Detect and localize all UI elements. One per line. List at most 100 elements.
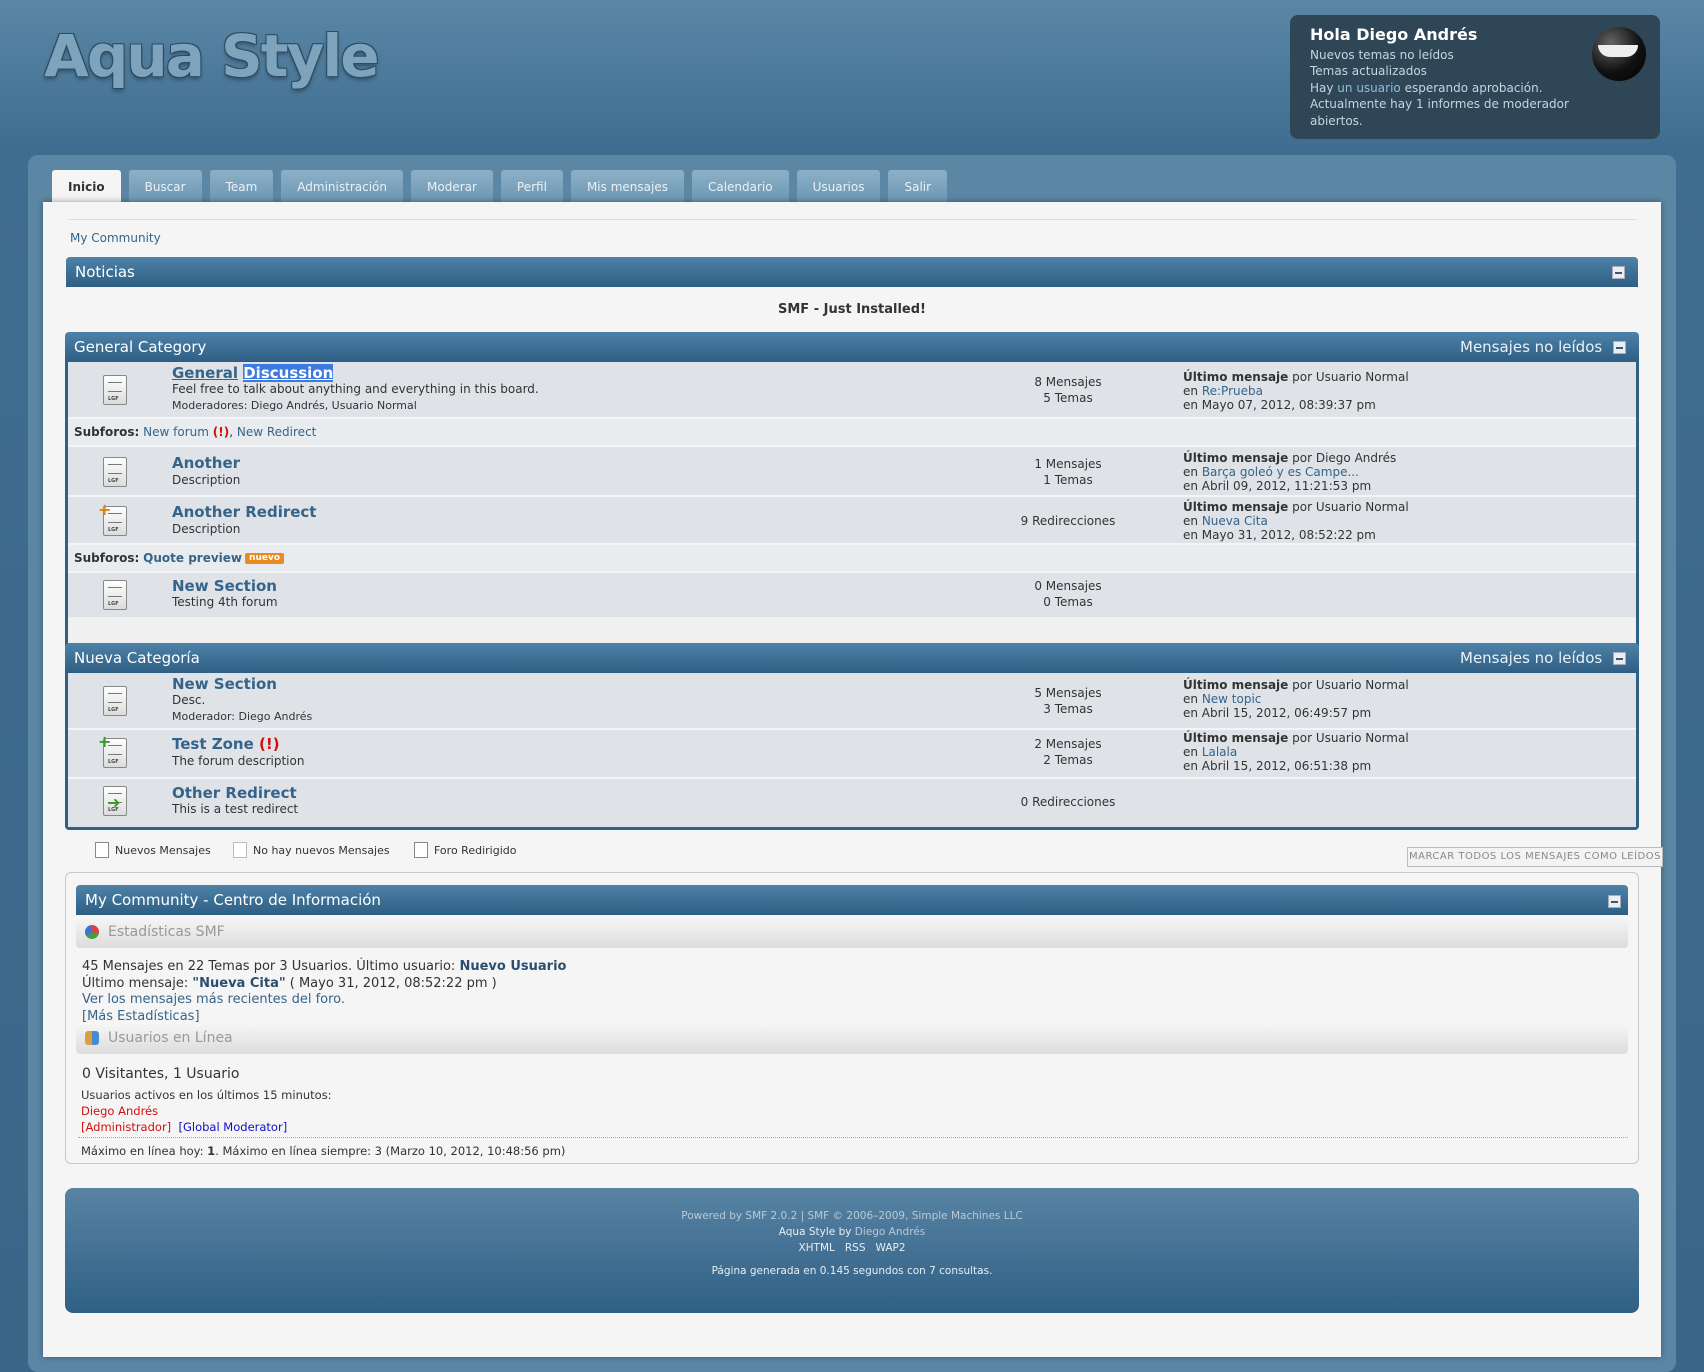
wap2-link[interactable]: WAP2 <box>876 1242 906 1254</box>
new-posts-icon <box>95 842 109 858</box>
footer-author-link[interactable]: Diego Andrés <box>855 1226 925 1238</box>
board-description: This is a test redirect <box>172 802 299 816</box>
board-row: Another Description 1 Mensajes 1 Temas Ú… <box>68 447 1636 497</box>
updated-topics-link[interactable]: Temas actualizados <box>1310 63 1640 80</box>
tab-mis-mensajes[interactable]: Mis mensajes <box>570 170 684 202</box>
footer-copyright[interactable]: Powered by SMF 2.0.2 | SMF © 2006–2009, … <box>65 1210 1639 1222</box>
board-name-part2[interactable]: Discussion <box>243 364 334 382</box>
tab-perfil[interactable]: Perfil <box>500 170 563 202</box>
lastpost-author[interactable]: por Usuario Normal <box>1288 678 1409 692</box>
site-logo[interactable]: Aqua Style <box>44 22 380 90</box>
unread-posts-link[interactable]: Mensajes no leídos <box>1460 332 1602 362</box>
board-name[interactable]: Another Redirect <box>172 503 316 521</box>
lastpost-author[interactable]: por Usuario Normal <box>1288 731 1409 745</box>
redirect-icon <box>414 842 428 858</box>
tab-team[interactable]: Team <box>209 170 274 202</box>
tab-calendario[interactable]: Calendario <box>691 170 789 202</box>
board-stats: 0 Redirecciones <box>998 794 1138 810</box>
board-redirect-icon[interactable]: ➜ <box>103 786 127 816</box>
legend-redirect-label: Foro Redirigido <box>434 843 517 857</box>
stats-title: Estadísticas SMF <box>108 924 225 940</box>
category-title[interactable]: General Category <box>74 338 206 356</box>
board-read-icon[interactable] <box>103 580 127 610</box>
subforum-link[interactable]: Quote preview <box>143 551 242 565</box>
board-read-icon[interactable] <box>103 375 127 405</box>
subforum-link[interactable]: New forum <box>143 425 209 439</box>
content-area: My Community Noticias SMF - Just Install… <box>43 202 1663 1357</box>
board-redirect-icon[interactable]: + <box>98 502 127 536</box>
subforums-label: Subforos: <box>74 425 140 439</box>
lastpost-topic-link[interactable]: New topic <box>1202 692 1262 706</box>
breadcrumb[interactable]: My Community <box>70 231 161 245</box>
board-name[interactable]: Test Zone (!) <box>172 735 280 753</box>
lastpost-in-prefix: en <box>1183 384 1202 398</box>
board-read-icon[interactable] <box>103 457 127 487</box>
subforum-link[interactable]: New Redirect <box>237 425 316 439</box>
lastpost-topic-link[interactable]: Nueva Cita <box>1202 514 1268 528</box>
category-collapse-icon[interactable] <box>1613 341 1626 354</box>
unread-topics-link[interactable]: Nuevos temas no leídos <box>1310 47 1640 64</box>
tab-buscar[interactable]: Buscar <box>128 170 202 202</box>
footer-links: XHTML RSS WAP2 <box>65 1242 1639 1254</box>
board-stats: 9 Redirecciones <box>998 513 1138 529</box>
board-name[interactable]: Other Redirect <box>172 784 297 802</box>
lastpost-author[interactable]: por Usuario Normal <box>1288 500 1409 514</box>
mark-all-read-button[interactable]: MARCAR TODOS LOS MENSAJES COMO LEÍDOS <box>1407 847 1663 867</box>
footer-theme-prefix: Aqua Style by <box>778 1226 855 1238</box>
tab-inicio[interactable]: Inicio <box>52 170 121 202</box>
lastpost-label: Último mensaje <box>1183 678 1289 692</box>
approval-prefix: Hay <box>1310 80 1338 95</box>
board-name-text[interactable]: Test Zone <box>172 735 254 753</box>
category-collapse-icon[interactable] <box>1613 652 1626 665</box>
board-name-part1[interactable]: General <box>172 364 238 382</box>
stats-summary: 45 Mensajes en 22 Temas por 3 Usuarios. … <box>82 959 460 974</box>
lastpost-topic-link[interactable]: Barça goleó y es Campe... <box>1202 465 1359 479</box>
latest-post-label: Último mensaje: <box>82 975 193 991</box>
online-user-link[interactable]: Diego Andrés <box>81 1104 158 1118</box>
footer: Powered by SMF 2.0.2 | SMF © 2006–2009, … <box>65 1188 1639 1313</box>
latest-post-link[interactable]: "Nueva Cita" <box>192 976 285 991</box>
board-name[interactable]: New Section <box>172 577 277 595</box>
board-topics: 3 Temas <box>1043 702 1093 716</box>
board-posts: 2 Mensajes <box>1034 737 1102 751</box>
reports-notice-line2[interactable]: abiertos. <box>1310 113 1640 130</box>
tab-usuarios[interactable]: Usuarios <box>796 170 881 202</box>
board-lastpost: Último mensaje por Usuario Normal en Re:… <box>1183 370 1409 412</box>
news-collapse-icon[interactable] <box>1612 266 1625 279</box>
avatar <box>1592 27 1646 81</box>
main-wrapper: Inicio Buscar Team Administración Modera… <box>28 155 1676 1372</box>
lastpost-topic-link[interactable]: Lalala <box>1202 745 1237 759</box>
board-name[interactable]: Another <box>172 454 240 472</box>
group-admin-link[interactable]: [Administrador] <box>81 1120 171 1134</box>
stats-icon <box>85 925 99 939</box>
lastpost-topic-link[interactable]: Re:Prueba <box>1202 384 1263 398</box>
approval-user-link[interactable]: un usuario <box>1337 81 1400 95</box>
reports-notice-line1[interactable]: Actualmente hay 1 informes de moderador <box>1310 96 1640 113</box>
board-read-icon[interactable] <box>103 686 127 716</box>
recent-posts-link[interactable]: Ver los mensajes más recientes del foro. <box>82 992 566 1009</box>
latest-member-link[interactable]: Nuevo Usuario <box>459 959 566 974</box>
xhtml-link[interactable]: XHTML <box>798 1242 834 1254</box>
lastpost-in-prefix: en <box>1183 745 1202 759</box>
board-name[interactable]: General Discussion <box>172 364 334 382</box>
lastpost-label: Último mensaje <box>1183 731 1289 745</box>
board-lastpost: Último mensaje por Diego Andrés en Barça… <box>1183 451 1396 493</box>
lastpost-author[interactable]: por Usuario Normal <box>1288 370 1409 384</box>
tab-administracion[interactable]: Administración <box>281 170 403 202</box>
info-center-collapse-icon[interactable] <box>1608 895 1621 908</box>
board-stats: 1 Mensajes 1 Temas <box>998 456 1138 488</box>
tab-moderar[interactable]: Moderar <box>411 170 493 202</box>
board-row: General Discussion Feel free to talk abo… <box>68 362 1636 419</box>
tab-salir[interactable]: Salir <box>888 170 948 202</box>
board-list: General Discussion Feel free to talk abo… <box>65 362 1639 665</box>
board-new-icon[interactable]: + <box>98 734 127 768</box>
rss-link[interactable]: RSS <box>845 1242 866 1254</box>
board-name[interactable]: New Section <box>172 675 277 693</box>
group-gmod-link[interactable]: [Global Moderator] <box>178 1120 287 1134</box>
board-description: The forum description <box>172 754 305 768</box>
lastpost-author[interactable]: por Diego Andrés <box>1288 451 1396 465</box>
board-description: Description <box>172 522 241 536</box>
category-title[interactable]: Nueva Categoría <box>74 649 200 667</box>
board-lastpost: Último mensaje por Usuario Normal en Nue… <box>1183 500 1409 542</box>
unread-posts-link[interactable]: Mensajes no leídos <box>1460 643 1602 673</box>
